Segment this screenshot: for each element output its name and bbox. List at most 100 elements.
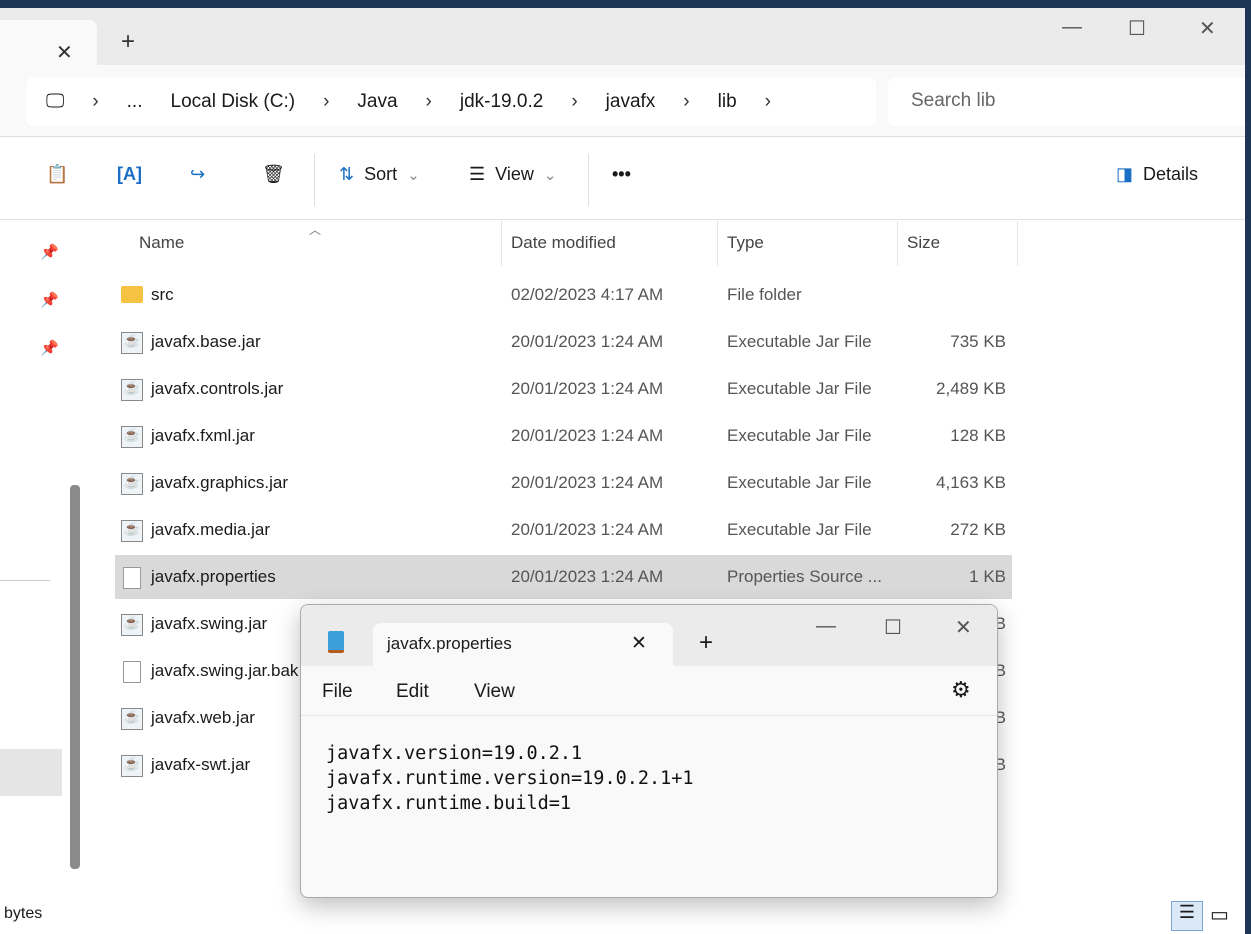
file-size: 2,489 KB	[936, 379, 1006, 398]
jar-file-icon: ☕	[121, 708, 143, 730]
sort-arrow-icon: ︿	[309, 223, 322, 237]
search-input[interactable]: Search lib	[888, 78, 1245, 126]
computer-icon[interactable]: 🖵	[46, 91, 64, 113]
pin-icon: 📌	[40, 340, 59, 357]
file-row[interactable]: javafx.properties 20/01/2023 1:24 AM Prope…	[115, 555, 1012, 599]
file-date: 02/02/2023 4:17 AM	[511, 285, 664, 304]
sort-button[interactable]: ⇅ Sort ⌄	[339, 164, 420, 185]
maximize-button[interactable]: ☐	[884, 615, 902, 640]
file-name: javafx.properties	[151, 567, 276, 586]
paste-icon[interactable]: 📋	[46, 164, 68, 185]
file-row[interactable]: ☕ javafx.graphics.jar 20/01/2023 1:24 AM Ex…	[115, 461, 1012, 505]
file-size: 1 KB	[969, 567, 1006, 586]
address-row: 🖵 › ... Local Disk (C:) › Java › jdk-19.…	[0, 65, 1245, 137]
jar-file-icon: ☕	[121, 332, 143, 354]
chevron-right-icon[interactable]: ›	[571, 91, 577, 113]
breadcrumb-javafx[interactable]: javafx	[606, 91, 656, 113]
close-tab-icon[interactable]: ✕	[56, 40, 73, 65]
command-bar: 📋 [A] ↪ 🗑 ⇅ Sort ⌄ ☰ View ⌄ ••• ◨ Details	[0, 138, 1245, 220]
jar-file-icon: ☕	[121, 755, 143, 777]
file-size: 735 KB	[950, 332, 1006, 351]
jar-file-icon: ☕	[121, 614, 143, 636]
new-tab-button[interactable]: +	[699, 629, 713, 657]
rename-icon[interactable]: [A]	[117, 164, 142, 185]
column-size[interactable]: Size	[907, 233, 940, 253]
breadcrumb[interactable]: 🖵 › ... Local Disk (C:) › Java › jdk-19.…	[26, 78, 876, 126]
breadcrumb-jdk[interactable]: jdk-19.0.2	[460, 91, 543, 113]
notepad-tab-bar: javafx.properties ✕ + — ☐ ✕	[301, 605, 997, 666]
file-row[interactable]: src 02/02/2023 4:17 AM File folder	[115, 273, 1012, 317]
file-name: javafx.web.jar	[151, 708, 255, 727]
navigation-pane: 📌 📌 📌	[0, 221, 90, 911]
close-window-button[interactable]: ✕	[1199, 16, 1216, 41]
file-type: Executable Jar File	[727, 426, 872, 445]
file-type: File folder	[727, 285, 802, 304]
close-tab-icon[interactable]: ✕	[631, 632, 647, 655]
sort-label: Sort	[364, 164, 398, 184]
new-tab-button[interactable]: +	[121, 28, 135, 56]
file-name: src	[151, 285, 174, 304]
jar-file-icon: ☕	[121, 379, 143, 401]
breadcrumb-local-disk[interactable]: Local Disk (C:)	[171, 91, 296, 113]
menu-edit[interactable]: Edit	[396, 681, 429, 703]
column-headers: Name ︿ Date modified Type Size	[0, 221, 1245, 266]
file-date: 20/01/2023 1:24 AM	[511, 332, 664, 351]
notepad-tab[interactable]: javafx.properties ✕	[373, 623, 673, 666]
file-name: javafx.base.jar	[151, 332, 261, 351]
file-date: 20/01/2023 1:24 AM	[511, 567, 664, 586]
notepad-app-icon	[328, 631, 344, 653]
jar-file-icon: ☕	[121, 520, 143, 542]
chevron-right-icon[interactable]: ›	[323, 91, 329, 113]
file-row[interactable]: ☕ javafx.media.jar 20/01/2023 1:24 AM Execu…	[115, 508, 1012, 552]
chevron-right-icon[interactable]: ›	[765, 91, 771, 113]
chevron-right-icon[interactable]: ›	[92, 91, 98, 113]
menu-file[interactable]: File	[322, 681, 353, 703]
file-type: Executable Jar File	[727, 473, 872, 492]
settings-gear-icon[interactable]: ⚙	[951, 677, 971, 703]
file-type: Executable Jar File	[727, 520, 872, 539]
notepad-text-area[interactable]: javafx.version=19.0.2.1 javafx.runtime.v…	[326, 741, 694, 816]
file-name: javafx.swing.jar.bak	[151, 661, 299, 680]
file-name: javafx-swt.jar	[151, 755, 251, 774]
file-type: Executable Jar File	[727, 379, 872, 398]
tiles-view-icon[interactable]: ▭	[1210, 902, 1229, 927]
file-name: javafx.graphics.jar	[151, 473, 289, 492]
minimize-button[interactable]: —	[816, 615, 836, 638]
jar-file-icon: ☕	[121, 473, 143, 495]
details-view-icon[interactable]: ☰	[1171, 901, 1203, 931]
chevron-right-icon[interactable]: ›	[683, 91, 689, 113]
explorer-tab[interactable]: ✕	[0, 20, 97, 65]
column-name[interactable]: Name	[139, 233, 184, 253]
file-type: Executable Jar File	[727, 332, 872, 351]
notepad-menu-bar: File Edit View ⚙	[301, 666, 997, 716]
more-options-button[interactable]: •••	[612, 164, 631, 185]
file-row[interactable]: ☕ javafx.controls.jar 20/01/2023 1:24 AM Ex…	[115, 367, 1012, 411]
delete-icon[interactable]: 🗑	[262, 164, 285, 185]
notepad-tab-title: javafx.properties	[387, 634, 512, 653]
text-file-icon	[123, 567, 141, 589]
breadcrumb-java[interactable]: Java	[357, 91, 397, 113]
file-name: javafx.controls.jar	[151, 379, 284, 398]
file-size: 128 KB	[950, 426, 1006, 445]
view-button[interactable]: ☰ View ⌄	[469, 164, 556, 185]
maximize-button[interactable]: ☐	[1128, 16, 1146, 41]
column-date[interactable]: Date modified	[511, 233, 616, 253]
file-name: javafx.media.jar	[151, 520, 271, 539]
nav-scrollbar[interactable]	[70, 485, 80, 869]
details-button[interactable]: ◨ Details	[1116, 164, 1198, 185]
file-row[interactable]: ☕ javafx.base.jar 20/01/2023 1:24 AM Execut…	[115, 320, 1012, 364]
breadcrumb-lib[interactable]: lib	[718, 91, 737, 113]
close-window-button[interactable]: ✕	[955, 615, 972, 640]
file-date: 20/01/2023 1:24 AM	[511, 426, 664, 445]
breadcrumb-overflow[interactable]: ...	[127, 91, 143, 113]
file-name: javafx.fxml.jar	[151, 426, 255, 445]
file-row[interactable]: ☕ javafx.fxml.jar 20/01/2023 1:24 AM Execut…	[115, 414, 1012, 458]
share-icon[interactable]: ↪	[190, 164, 205, 185]
folder-icon	[121, 286, 143, 303]
file-date: 20/01/2023 1:24 AM	[511, 473, 664, 492]
minimize-button[interactable]: —	[1062, 16, 1082, 39]
menu-view[interactable]: View	[474, 681, 515, 703]
column-type[interactable]: Type	[727, 233, 764, 253]
nav-item-selected[interactable]	[0, 749, 62, 796]
chevron-right-icon[interactable]: ›	[426, 91, 432, 113]
